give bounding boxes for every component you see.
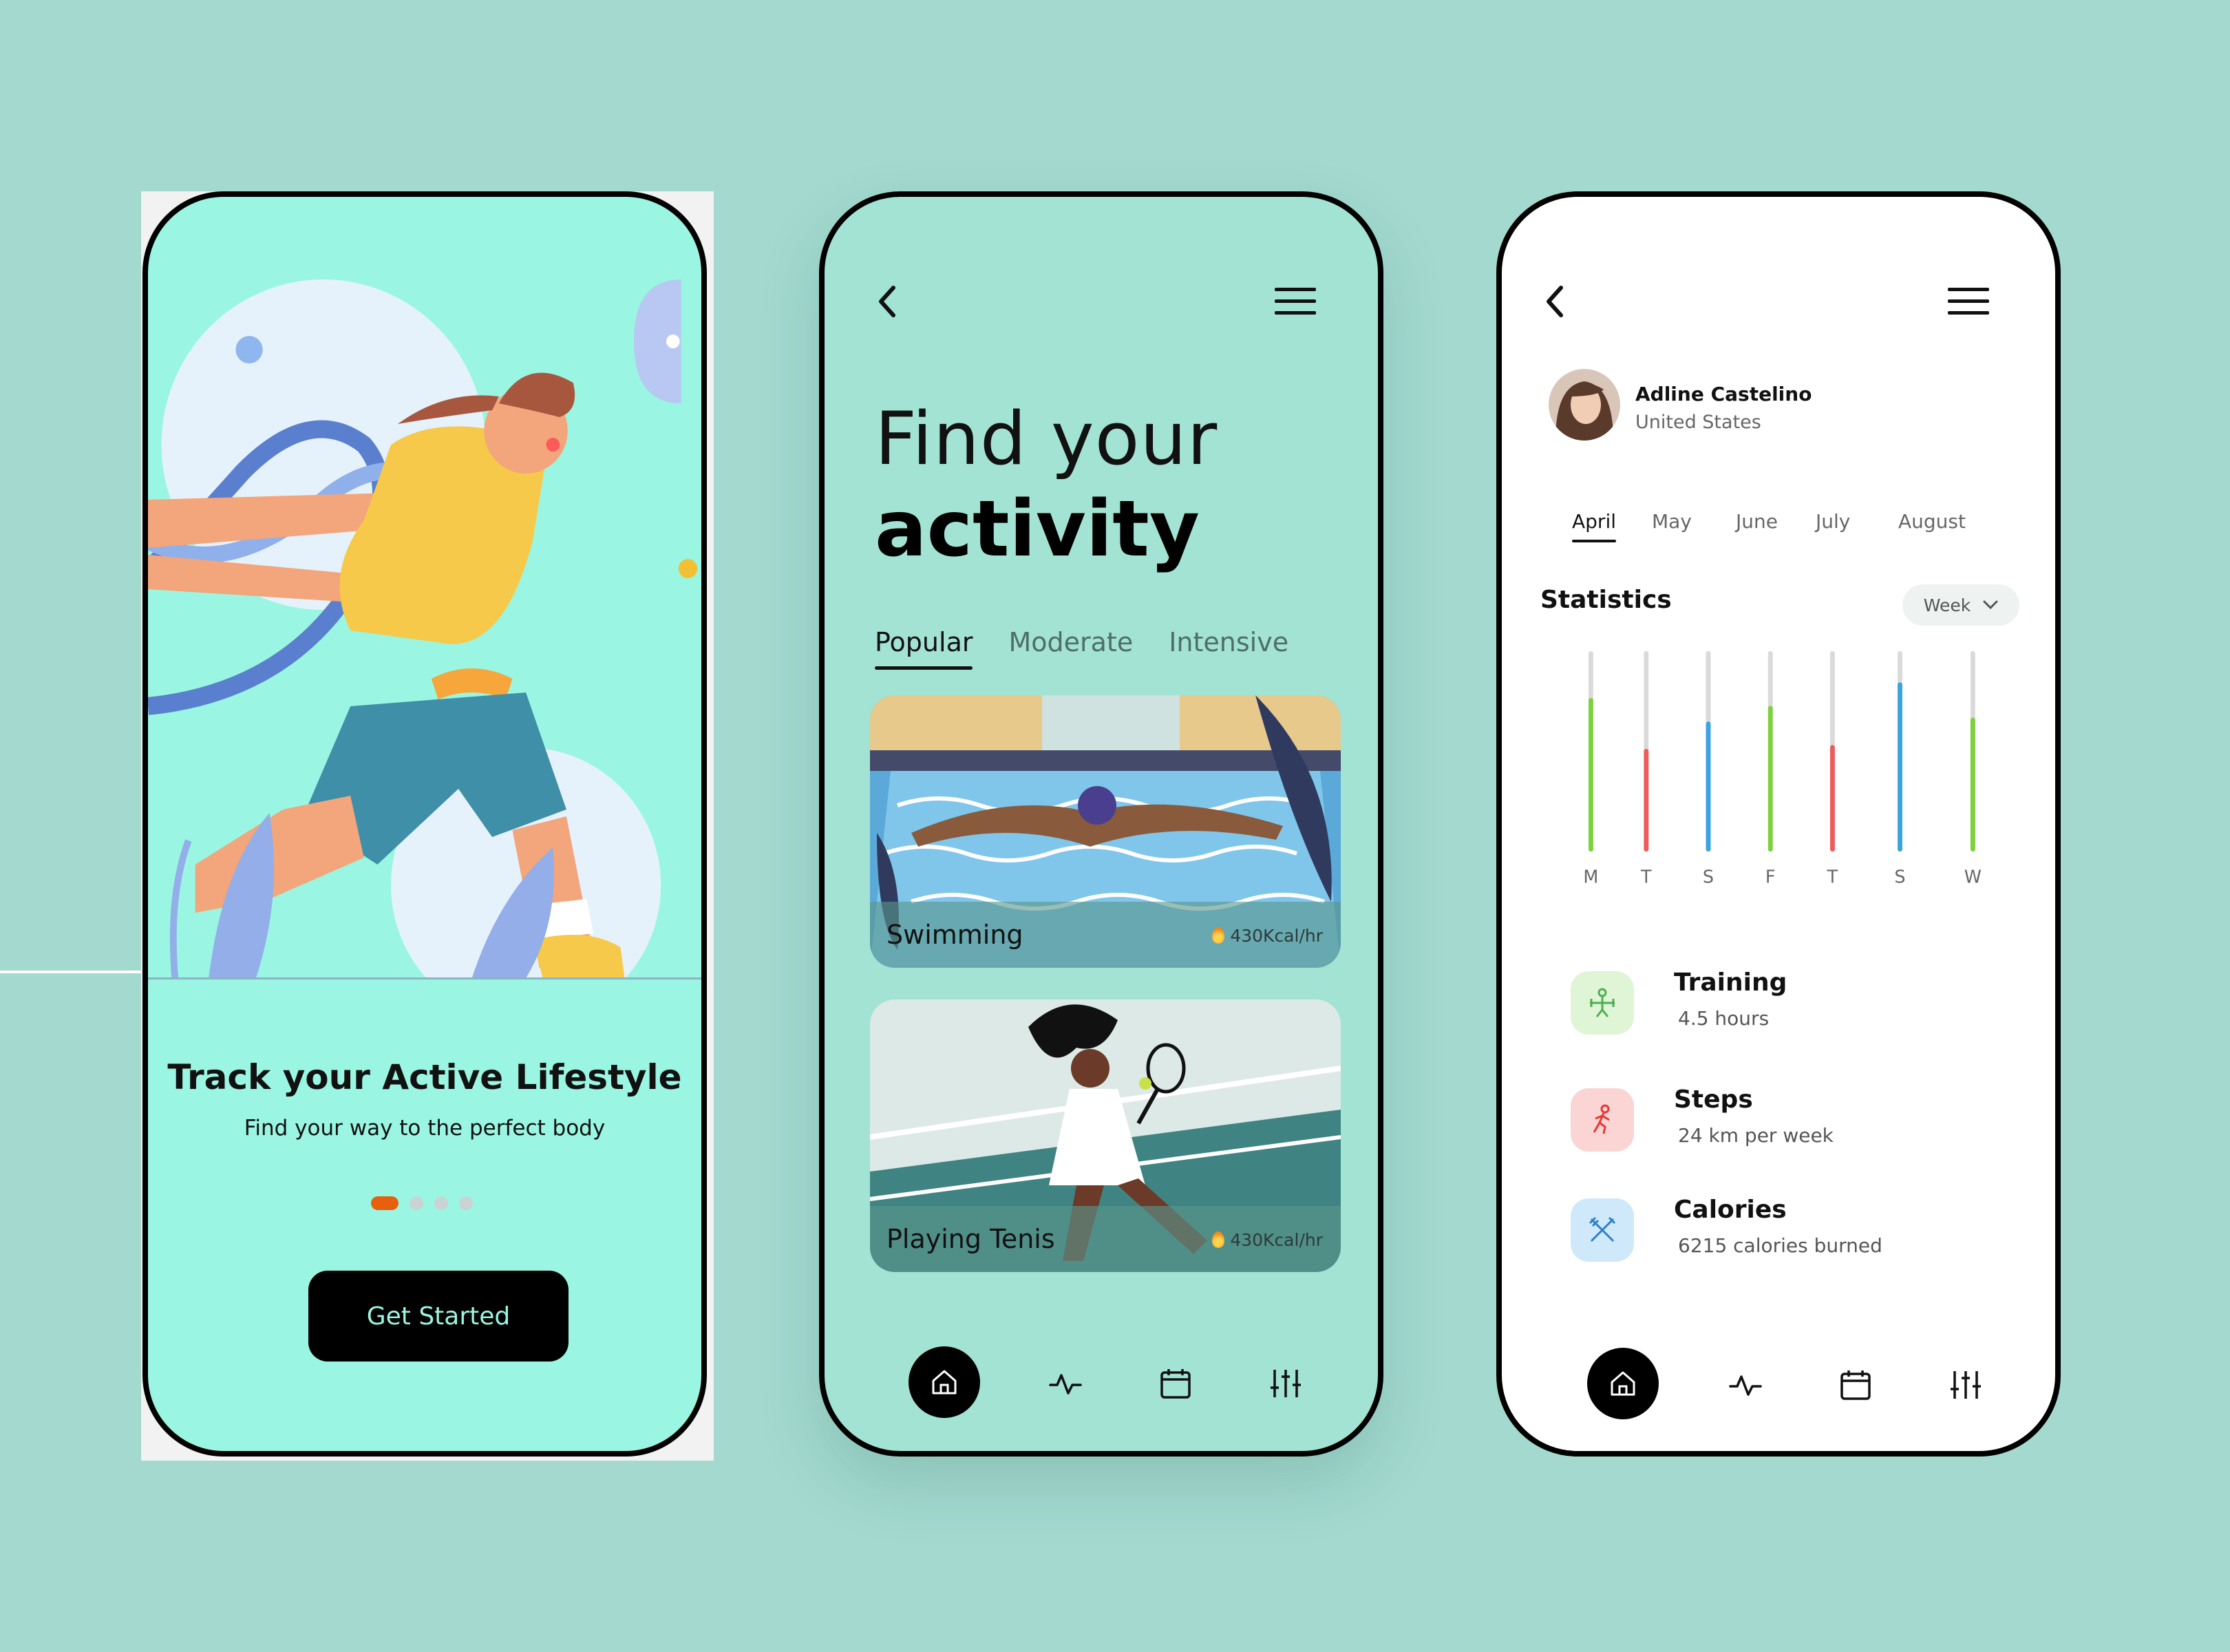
- calendar-icon[interactable]: [1159, 1367, 1192, 1400]
- card-title: Playing Tenis: [886, 1224, 1055, 1254]
- cutlery-icon: [1571, 1198, 1634, 1262]
- running-icon: [1571, 1088, 1634, 1152]
- day-label: F: [1765, 867, 1776, 888]
- avatar[interactable]: [1549, 369, 1620, 441]
- settings-sliders-icon[interactable]: [1269, 1367, 1302, 1400]
- bottom-navigation: [1502, 1348, 2055, 1423]
- chevron-down-icon: [1983, 600, 1998, 610]
- back-arrow-icon[interactable]: [1540, 279, 1568, 324]
- card-calories: 430Kcal/hr: [1212, 926, 1323, 946]
- fire-icon: [1212, 927, 1225, 944]
- ground-line: [148, 977, 701, 979]
- tab-intensive[interactable]: Intensive: [1169, 627, 1288, 657]
- day-label: M: [1583, 867, 1598, 888]
- intensity-tabs: Popular Moderate Intensive: [875, 627, 1288, 670]
- card-calories-value: 430Kcal/hr: [1230, 926, 1323, 946]
- stat-value: 24 km per week: [1678, 1124, 1834, 1147]
- stat-value: 4.5 hours: [1678, 1007, 1770, 1030]
- card-calories: 430Kcal/hr: [1212, 1230, 1323, 1250]
- activity-screen: Find your activity Popular Moderate Inte…: [819, 191, 1383, 1457]
- nav-home-button[interactable]: [1587, 1348, 1659, 1419]
- page-dot[interactable]: [459, 1196, 473, 1210]
- bottom-navigation: [825, 1346, 1378, 1422]
- get-started-button[interactable]: Get Started: [308, 1271, 569, 1362]
- onboarding-title: Track your Active Lifestyle: [167, 1057, 682, 1097]
- settings-sliders-icon[interactable]: [1949, 1368, 1982, 1401]
- page-dot[interactable]: [434, 1196, 448, 1210]
- weekly-bar-chart: MTSFTSW: [1583, 650, 1982, 888]
- page-dot-active[interactable]: [371, 1196, 399, 1210]
- home-icon: [1611, 1371, 1635, 1396]
- day-label: S: [1894, 867, 1905, 888]
- runner-illustration: [148, 279, 698, 978]
- tab-april[interactable]: April: [1572, 510, 1616, 542]
- training-icon: [1571, 971, 1634, 1035]
- tab-popular[interactable]: Popular: [875, 627, 973, 670]
- period-dropdown-value: Week: [1923, 595, 1971, 615]
- tab-may[interactable]: May: [1652, 510, 1692, 533]
- statistics-title: Statistics: [1540, 586, 1672, 614]
- page-title-line2: activity: [875, 485, 1200, 574]
- tab-moderate[interactable]: Moderate: [1008, 627, 1133, 657]
- page-title-line1: Find your: [875, 396, 1218, 481]
- page-indicator: [371, 1196, 473, 1210]
- card-title: Swimming: [886, 920, 1023, 950]
- decorative-line: [0, 971, 145, 973]
- tab-june[interactable]: June: [1736, 510, 1778, 533]
- nav-home-button[interactable]: [909, 1346, 980, 1418]
- avatar-photo: [1549, 369, 1620, 441]
- fire-icon: [1212, 1231, 1225, 1248]
- statistics-screen: Adline Castelino United States April May…: [1496, 191, 2061, 1457]
- home-icon: [932, 1370, 957, 1395]
- activity-card-tennis[interactable]: Playing Tenis 430Kcal/hr: [870, 999, 1341, 1272]
- stat-value: 6215 calories burned: [1678, 1234, 1882, 1257]
- period-dropdown[interactable]: Week: [1902, 584, 2019, 626]
- activity-pulse-icon[interactable]: [1729, 1368, 1762, 1401]
- user-name: Adline Castelino: [1635, 383, 1812, 405]
- day-label: S: [1703, 867, 1714, 888]
- user-location: United States: [1635, 412, 1761, 433]
- calendar-icon[interactable]: [1839, 1368, 1872, 1401]
- day-label: T: [1640, 867, 1652, 888]
- stat-title: Steps: [1674, 1086, 1753, 1114]
- page-dot[interactable]: [410, 1196, 423, 1210]
- tab-july[interactable]: July: [1816, 510, 1850, 533]
- hamburger-menu-icon[interactable]: [1948, 286, 1989, 317]
- activity-pulse-icon[interactable]: [1049, 1367, 1082, 1400]
- day-label: W: [1964, 867, 1982, 888]
- onboarding-subtitle: Find your way to the perfect body: [244, 1116, 606, 1141]
- activity-card-swimming[interactable]: Swimming 430Kcal/hr: [870, 695, 1341, 968]
- onboarding-screen: Track your Active Lifestyle Find your wa…: [142, 191, 707, 1457]
- card-calories-value: 430Kcal/hr: [1230, 1230, 1323, 1250]
- back-arrow-icon[interactable]: [873, 279, 900, 324]
- stat-title: Calories: [1674, 1196, 1787, 1224]
- hamburger-menu-icon[interactable]: [1275, 286, 1316, 317]
- stat-title: Training: [1674, 968, 1787, 997]
- day-label: T: [1827, 867, 1838, 888]
- tab-august[interactable]: August: [1898, 510, 1966, 533]
